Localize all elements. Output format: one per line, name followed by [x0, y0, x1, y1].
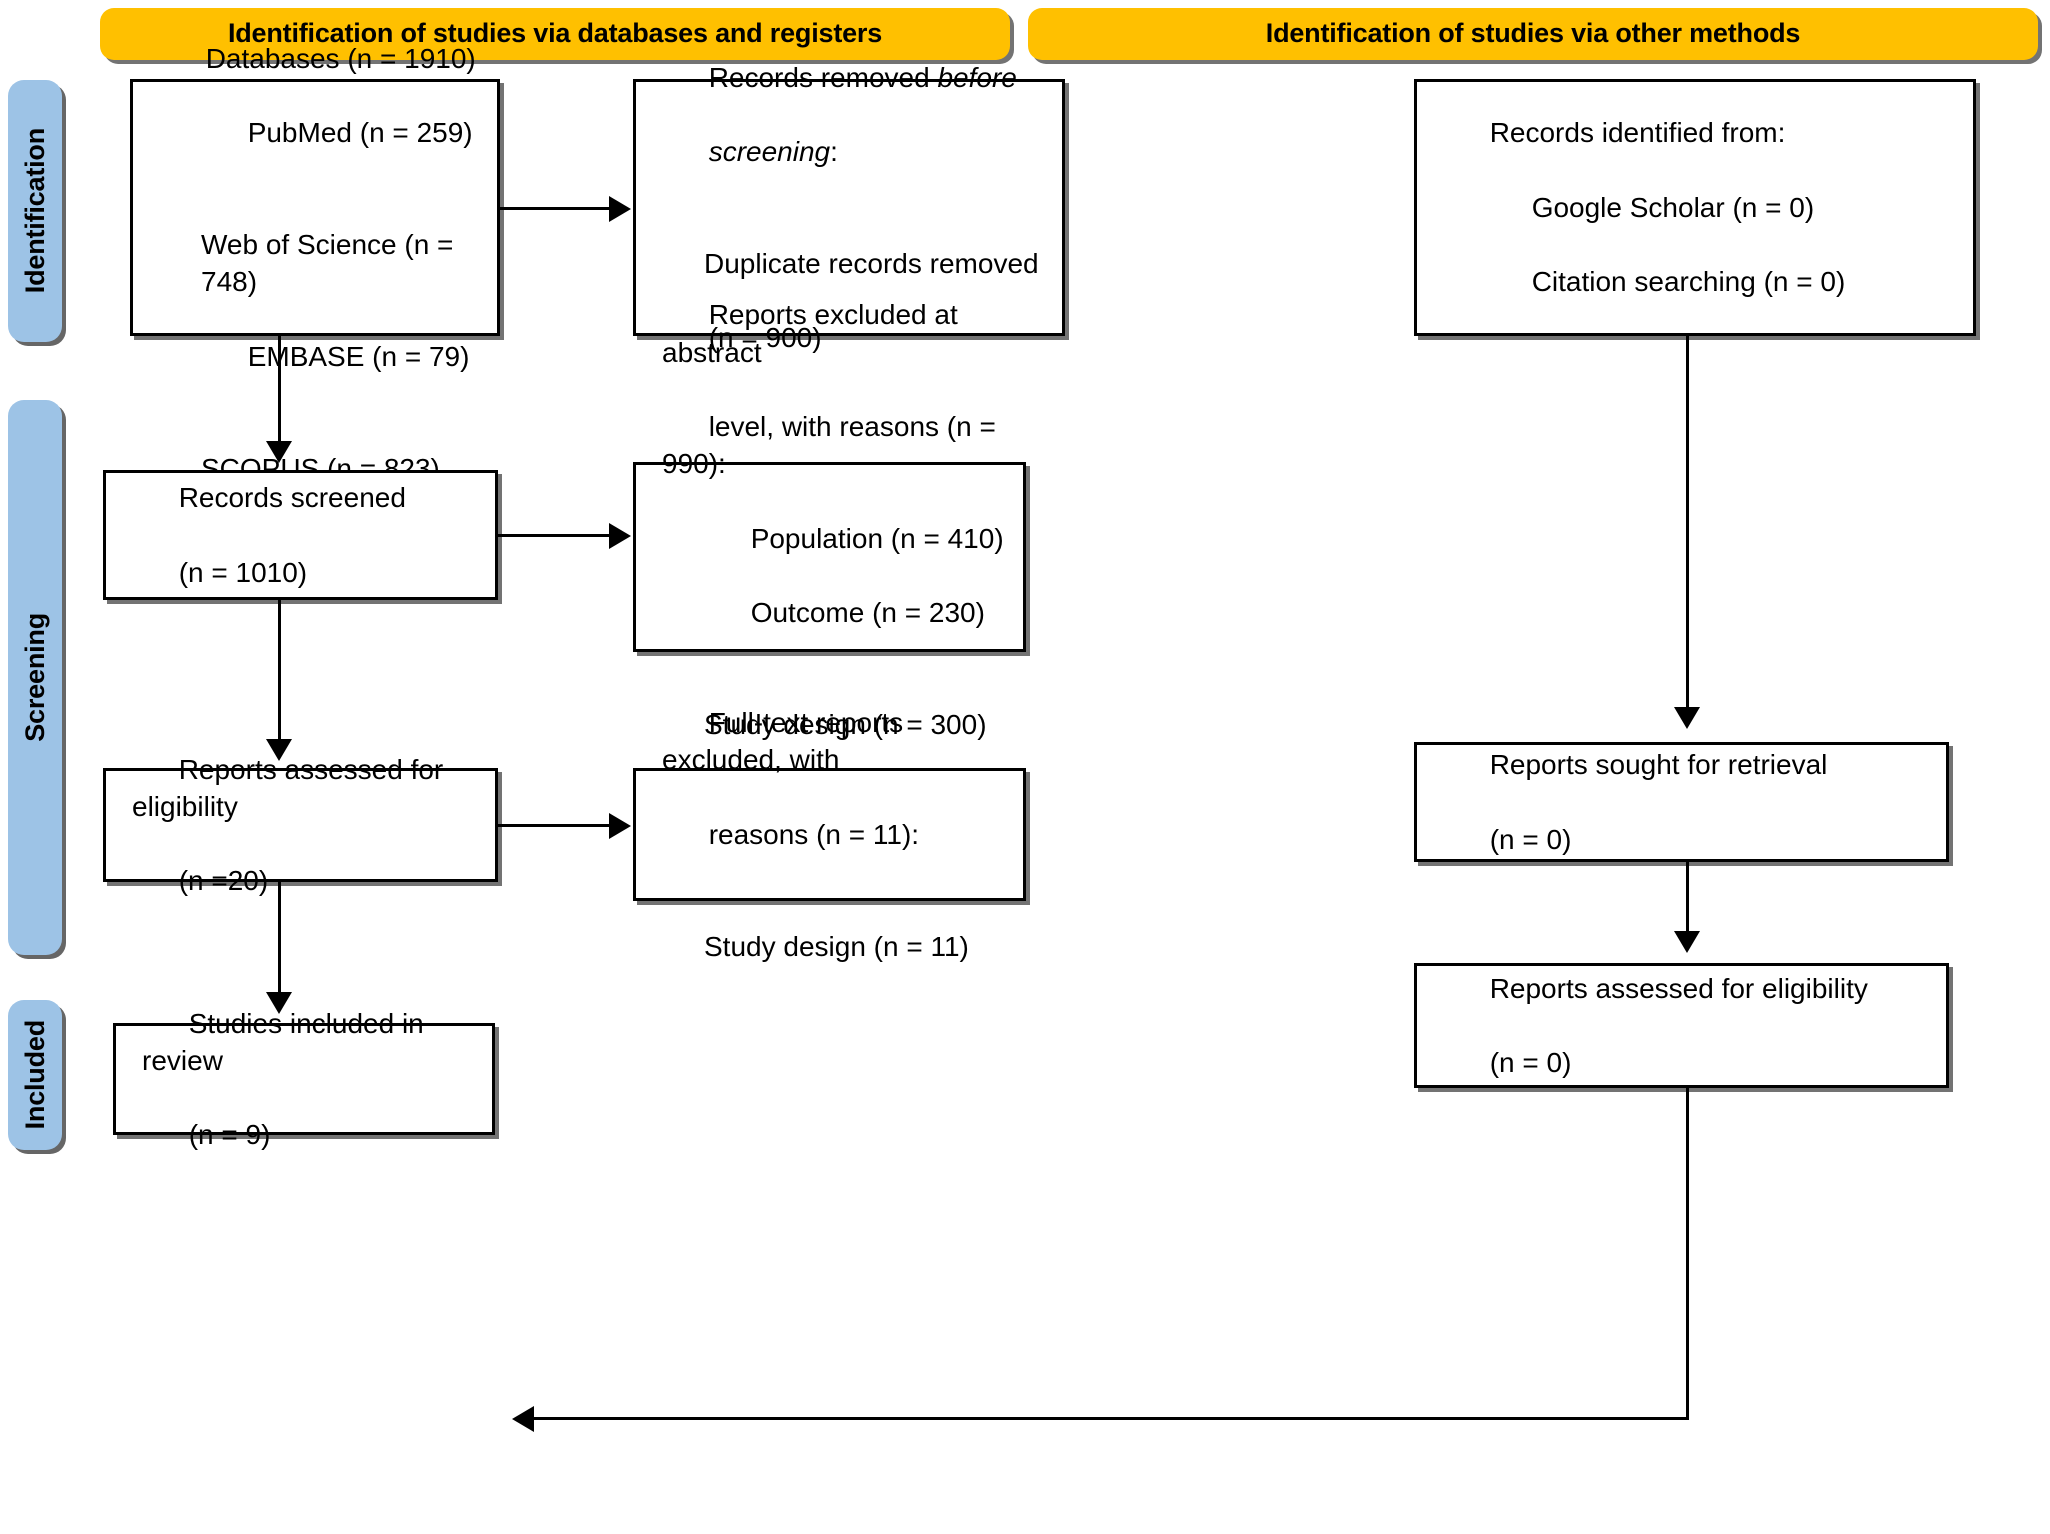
line-pubmed: PubMed (n = 259): [247, 117, 473, 149]
box-reports-assessed-left: Reports assessed for eligibility (n =20): [103, 754, 498, 896]
line-records-screened-n: (n = 1010): [178, 556, 308, 588]
line-reports-assessed-left: Reports assessed for eligibility: [132, 753, 452, 822]
connector-screened-to-excluded: [498, 534, 611, 537]
box-records-screened-text: Records screened (n = 1010): [106, 442, 420, 628]
line-databases-total: Databases (n = 1910): [205, 42, 476, 74]
box-studies-included-text: Studies included in review (n = 9): [116, 967, 492, 1190]
arrowhead-identified-to-screened: [266, 441, 292, 463]
box-records-identified-databases: Records identified from: Databases (n = …: [130, 43, 500, 484]
prisma-flow-diagram: Identification of studies via databases …: [0, 0, 2050, 1534]
box-reports-sought-retrieval-text: Reports sought for retrieval (n = 0): [1417, 709, 1841, 895]
line-screening-colon: :: [830, 136, 838, 168]
line-population: Population (n = 410): [750, 522, 1004, 554]
arrowhead-screened-to-excluded: [609, 523, 631, 549]
box-reports-assessed-right-text: Reports assessed for eligibility (n = 0): [1417, 932, 1882, 1118]
connector-screened-to-assessed: [278, 600, 281, 742]
box-reports-assessed-left-text: Reports assessed for eligibility (n =20): [106, 713, 495, 936]
box-reports-sought-retrieval: Reports sought for retrieval (n = 0): [1414, 742, 1949, 862]
banner-other-methods-label: Identification of studies via other meth…: [1265, 18, 1801, 49]
box-reports-excluded-abstract: Reports excluded at abstract level, with…: [633, 299, 1026, 814]
line-study-design-fulltext: Study design (n = 11): [704, 930, 969, 962]
stage-identification: Identification: [8, 80, 62, 342]
line-reports-excluded-2: level, with reasons (n = 990):: [662, 411, 1004, 480]
box-fulltext-excluded: Full-text reports excluded, with reasons…: [633, 707, 1026, 962]
box-studies-included: Studies included in review (n = 9): [113, 1008, 495, 1150]
stage-identification-label: Identification: [19, 128, 50, 294]
box-records-identified-other: Records identified from: Google Scholar …: [1414, 79, 1976, 336]
line-records-screened: Records screened: [178, 482, 406, 514]
connector-other-to-sought: [1686, 336, 1689, 709]
line-web-of-science: Web of Science (n = 748): [201, 229, 462, 298]
line-citation-searching: Citation searching (n = 0): [1531, 266, 1846, 298]
arrowhead-right-column-to-included: [512, 1406, 534, 1432]
line-studies-included: Studies included in review: [142, 1007, 432, 1076]
connector-identified-to-screened: [278, 336, 281, 444]
arrowhead-sought-to-assessed-right: [1674, 931, 1700, 953]
line-reports-assessed-right-n: (n = 0): [1489, 1047, 1572, 1079]
line-screening-italic: screening: [708, 136, 831, 168]
line-fulltext-excluded-2: reasons (n = 11):: [708, 818, 920, 850]
box-records-screened: Records screened (n = 1010): [103, 470, 498, 600]
line-reports-sought: Reports sought for retrieval: [1489, 749, 1828, 781]
line-other-identified-from: Records identified from:: [1489, 117, 1786, 149]
box-records-identified-other-text: Records identified from: Google Scholar …: [1417, 77, 1859, 338]
arrowhead-other-to-sought: [1674, 707, 1700, 729]
line-studies-included-n: (n = 9): [188, 1119, 271, 1151]
line-reports-assessed-left-n: (n =20): [178, 865, 269, 897]
box-reports-assessed-right: Reports assessed for eligibility (n = 0): [1414, 963, 1949, 1088]
stage-screening-label: Screening: [19, 613, 50, 742]
connector-right-column-down: [1686, 1088, 1689, 1420]
arrowhead-assessed-to-included: [266, 992, 292, 1014]
stage-included-label: Included: [19, 1020, 50, 1130]
line-outcome: Outcome (n = 230): [750, 597, 985, 629]
arrowhead-identified-to-removed: [609, 196, 631, 222]
line-reports-excluded-1: Reports excluded at abstract: [662, 299, 966, 368]
connector-identified-to-removed: [500, 207, 611, 210]
connector-right-column-to-included: [534, 1417, 1689, 1420]
box-fulltext-excluded-text: Full-text reports excluded, with reasons…: [636, 667, 1023, 1002]
banner-other-methods: Identification of studies via other meth…: [1028, 8, 2038, 60]
line-embase: EMBASE (n = 79): [247, 340, 470, 372]
line-records-removed: Records removed: [708, 61, 938, 93]
connector-assessed-to-included: [278, 882, 281, 995]
line-fulltext-excluded-1: Full-text reports excluded, with: [662, 707, 911, 776]
line-reports-sought-n: (n = 0): [1489, 823, 1572, 855]
stage-included: Included: [8, 1000, 62, 1150]
line-records-removed-before: before: [937, 61, 1017, 93]
line-reports-assessed-right: Reports assessed for eligibility: [1489, 972, 1868, 1004]
line-google-scholar: Google Scholar (n = 0): [1531, 191, 1815, 223]
connector-assessed-to-fulltext: [498, 824, 611, 827]
arrowhead-screened-to-assessed: [266, 739, 292, 761]
connector-sought-to-assessed-right: [1686, 862, 1689, 934]
stage-screening: Screening: [8, 400, 62, 955]
arrowhead-assessed-to-fulltext: [609, 813, 631, 839]
